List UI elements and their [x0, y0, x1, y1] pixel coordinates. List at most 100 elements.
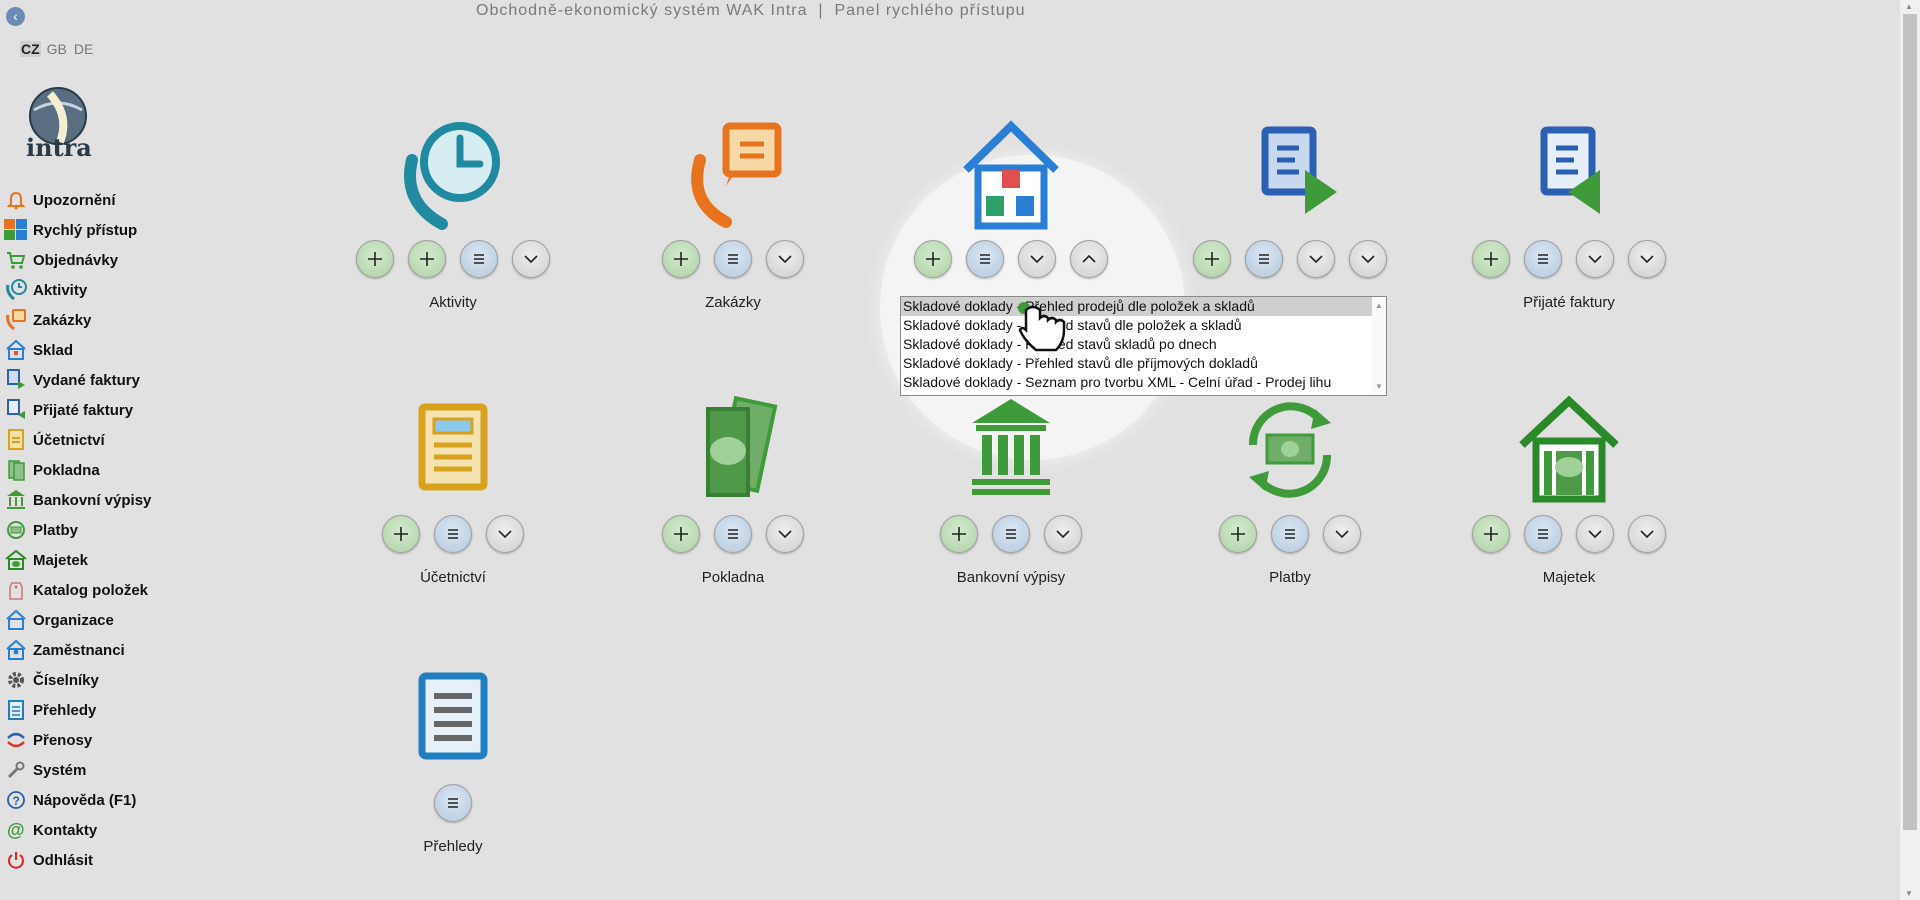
expand-down-button[interactable]: [1018, 240, 1056, 278]
expand-down-button[interactable]: [766, 240, 804, 278]
tile-label[interactable]: Přijaté faktury: [1429, 294, 1709, 311]
list-button[interactable]: [966, 240, 1004, 278]
warehouse-icon[interactable]: [956, 120, 1066, 230]
sidebar: Upozornění Rychlý přístup Objednávky Akt…: [0, 185, 210, 875]
tile-label[interactable]: Přehledy: [313, 838, 593, 855]
property-icon[interactable]: [1514, 395, 1624, 505]
tile-label[interactable]: Účetnictví: [313, 569, 593, 586]
sidebar-item-majetek[interactable]: Majetek: [0, 545, 210, 575]
list-button[interactable]: [1524, 240, 1562, 278]
tile-label[interactable]: Pokladna: [593, 569, 873, 586]
expand-down-button[interactable]: [512, 240, 550, 278]
collapse-up-button[interactable]: [1070, 240, 1108, 278]
expand-down-button[interactable]: [1297, 240, 1335, 278]
list-button[interactable]: [714, 515, 752, 553]
expand-down-button[interactable]: [1628, 515, 1666, 553]
sidebar-item-prenosy[interactable]: Přenosy: [0, 725, 210, 755]
tile-label[interactable]: Majetek: [1429, 569, 1709, 586]
sidebar-item-katalog-polozek[interactable]: Katalog položek: [0, 575, 210, 605]
sidebar-item-zakazky[interactable]: Zakázky: [0, 305, 210, 335]
tile-label[interactable]: Bankovní výpisy: [871, 569, 1151, 586]
back-button[interactable]: ‹: [6, 7, 25, 26]
list-button[interactable]: [434, 784, 472, 822]
tag-icon: [3, 579, 29, 601]
add-button[interactable]: [1219, 515, 1257, 553]
lang-de[interactable]: DE: [73, 41, 94, 57]
sidebar-item-ucetnictvi[interactable]: Účetnictví: [0, 425, 210, 455]
expand-down-button[interactable]: [1349, 240, 1387, 278]
sidebar-item-upozorneni[interactable]: Upozornění: [0, 185, 210, 215]
wak-intra-logo[interactable]: intra: [20, 86, 102, 160]
lang-cz[interactable]: CZ: [20, 41, 41, 57]
sidebar-item-organizace[interactable]: Organizace: [0, 605, 210, 635]
sidebar-item-prijate-faktury[interactable]: Přijaté faktury: [0, 395, 210, 425]
bank-icon[interactable]: [956, 395, 1066, 505]
add-button[interactable]: [914, 240, 952, 278]
sidebar-item-kontakty[interactable]: @ Kontakty: [0, 815, 210, 845]
sidebar-item-vydane-faktury[interactable]: Vydané faktury: [0, 365, 210, 395]
tile-label[interactable]: Platby: [1150, 569, 1430, 586]
scroll-up-icon[interactable]: ▲: [1905, 2, 1913, 11]
dropdown-option[interactable]: Skladové doklady - Přehled stavů skladů …: [901, 335, 1386, 354]
add-button[interactable]: [940, 515, 978, 553]
sidebar-item-objednavky[interactable]: Objednávky: [0, 245, 210, 275]
sidebar-item-platby[interactable]: Platby: [0, 515, 210, 545]
sidebar-item-pokladna[interactable]: Pokladna: [0, 455, 210, 485]
payments-icon[interactable]: [1235, 395, 1345, 505]
scroll-down-icon[interactable]: ▼: [1905, 889, 1913, 898]
add-button[interactable]: [356, 240, 394, 278]
tile-label[interactable]: Zakázky: [593, 294, 873, 311]
scroll-down-icon[interactable]: ▼: [1375, 382, 1383, 391]
sidebar-item-label: Odhlásit: [33, 851, 94, 869]
list-button[interactable]: [714, 240, 752, 278]
list-button[interactable]: [1245, 240, 1283, 278]
add-button[interactable]: [662, 240, 700, 278]
dropdown-option[interactable]: Skladové doklady - Přehled stavů dle pří…: [901, 354, 1386, 373]
sidebar-item-rychly-pristup[interactable]: Rychlý přístup: [0, 215, 210, 245]
expand-down-button[interactable]: [1044, 515, 1082, 553]
sidebar-item-aktivity[interactable]: Aktivity: [0, 275, 210, 305]
expand-down-button[interactable]: [1576, 240, 1614, 278]
list-button[interactable]: [1524, 515, 1562, 553]
dropdown-option[interactable]: Skladové doklady - Přehled stavů dle pol…: [901, 316, 1386, 335]
add-button[interactable]: [1193, 240, 1231, 278]
sklad-reports-dropdown[interactable]: Skladové doklady - Přehled prodejů dle p…: [900, 296, 1387, 396]
sidebar-item-napoveda[interactable]: ? Nápověda (F1): [0, 785, 210, 815]
sidebar-item-odhlasit[interactable]: Odhlásit: [0, 845, 210, 875]
accounting-icon[interactable]: [398, 395, 508, 505]
dropdown-option[interactable]: Skladové doklady - Přehled prodejů dle p…: [901, 297, 1386, 316]
sidebar-item-prehledy[interactable]: Přehledy: [0, 695, 210, 725]
dropdown-option[interactable]: Skladové doklady - Seznam pro tvorbu XML…: [901, 373, 1386, 392]
list-button[interactable]: [1271, 515, 1309, 553]
phone-clock-icon[interactable]: [398, 120, 508, 230]
expand-down-button[interactable]: [1628, 240, 1666, 278]
expand-down-button[interactable]: [486, 515, 524, 553]
add-button[interactable]: [662, 515, 700, 553]
scrollbar-thumb[interactable]: [1903, 14, 1917, 830]
list-button[interactable]: [992, 515, 1030, 553]
issued-invoice-icon[interactable]: [1235, 120, 1345, 230]
overview-icon[interactable]: [398, 664, 508, 774]
add-button[interactable]: [382, 515, 420, 553]
phone-order-icon[interactable]: [678, 120, 788, 230]
expand-down-button[interactable]: [1323, 515, 1361, 553]
add-button[interactable]: [1472, 515, 1510, 553]
list-button[interactable]: [434, 515, 472, 553]
page-scrollbar[interactable]: ▲ ▼: [1900, 0, 1920, 900]
add-button[interactable]: [408, 240, 446, 278]
expand-down-button[interactable]: [766, 515, 804, 553]
expand-down-button[interactable]: [1576, 515, 1614, 553]
sidebar-item-zamestnanci[interactable]: Zaměstnanci: [0, 635, 210, 665]
dropdown-scrollbar[interactable]: ▲ ▼: [1372, 297, 1386, 395]
sidebar-item-sklad[interactable]: Sklad: [0, 335, 210, 365]
cash-icon[interactable]: [678, 395, 788, 505]
sidebar-item-bankovni-vypisy[interactable]: Bankovní výpisy: [0, 485, 210, 515]
received-invoice-icon[interactable]: [1514, 120, 1624, 230]
sidebar-item-system[interactable]: Systém: [0, 755, 210, 785]
sidebar-item-ciselniky[interactable]: Číselníky: [0, 665, 210, 695]
list-button[interactable]: [460, 240, 498, 278]
scroll-up-icon[interactable]: ▲: [1375, 301, 1383, 310]
lang-gb[interactable]: GB: [46, 41, 68, 57]
add-button[interactable]: [1472, 240, 1510, 278]
tile-label[interactable]: Aktivity: [313, 294, 593, 311]
